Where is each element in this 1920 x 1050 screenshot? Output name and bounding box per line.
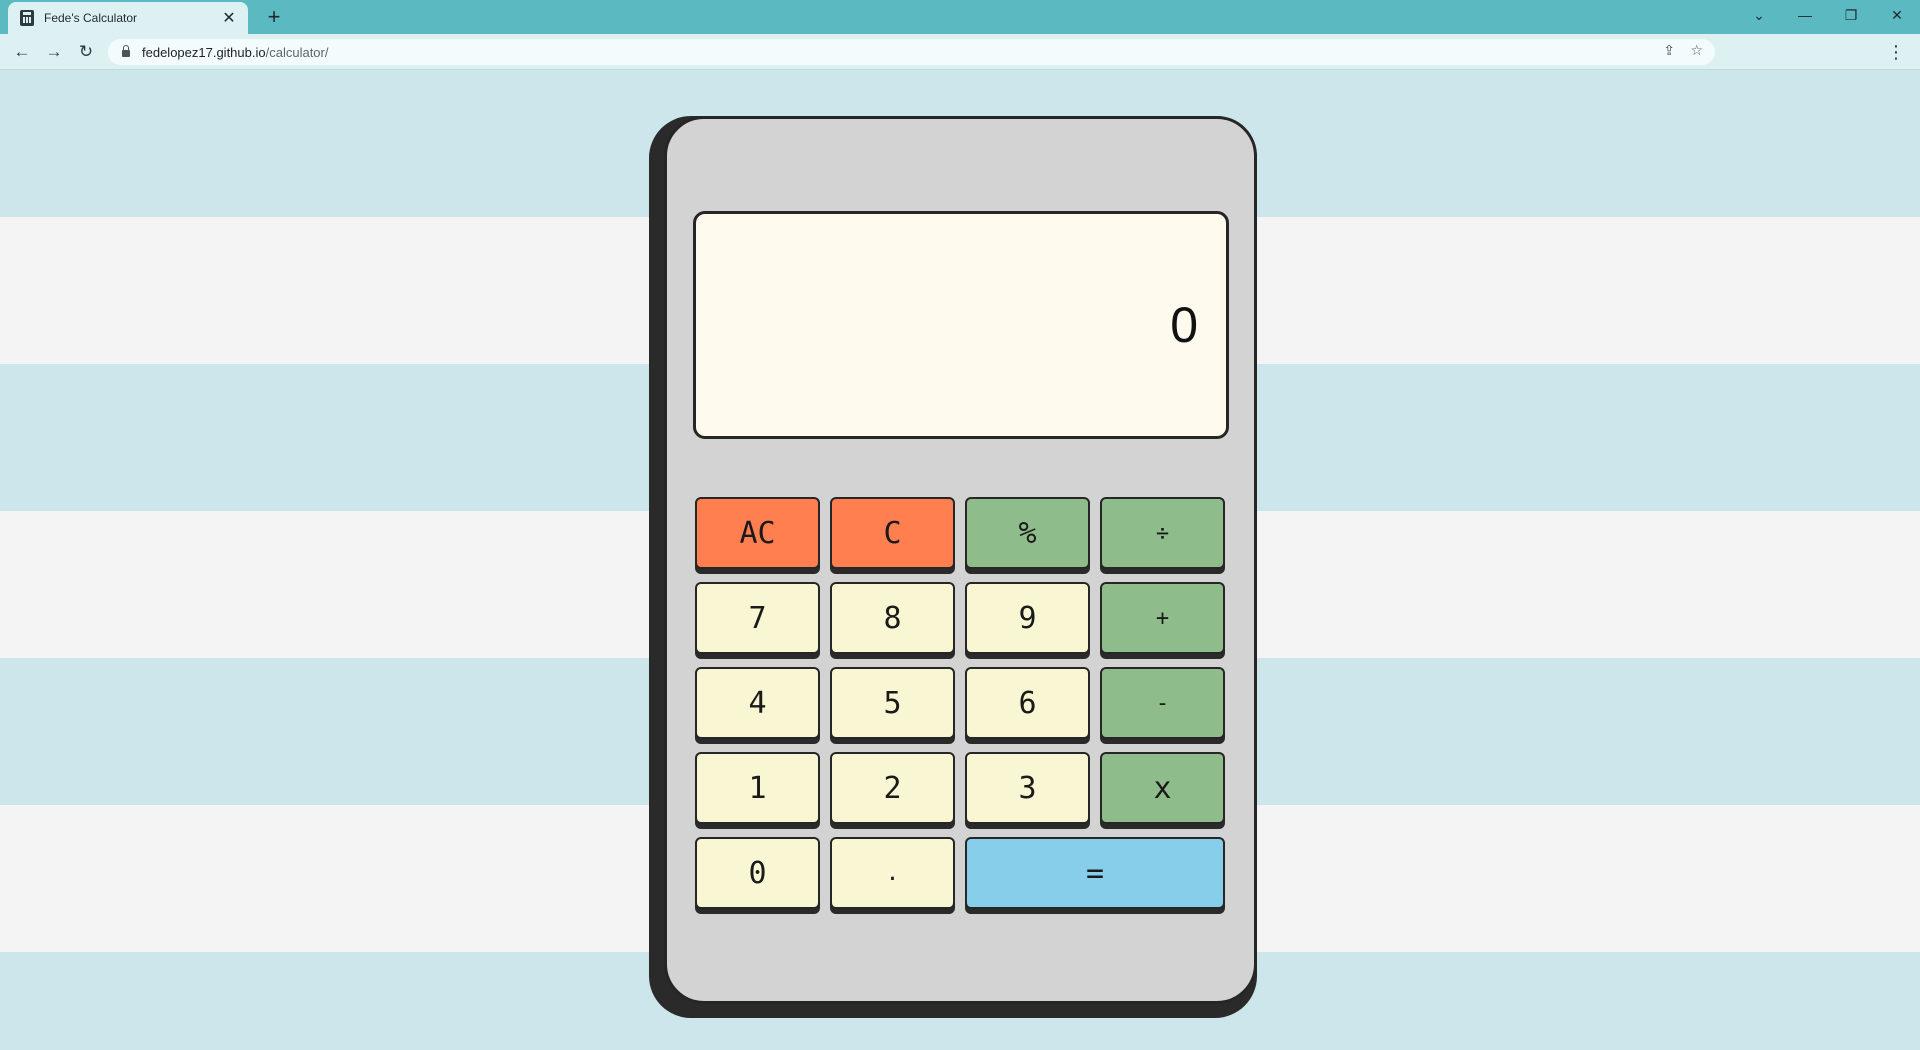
three-button[interactable]: 3 (965, 752, 1090, 824)
plus-button[interactable]: + (1100, 582, 1225, 654)
new-tab-button[interactable]: + (260, 4, 288, 30)
equals-button[interactable]: = (965, 837, 1225, 909)
url-host: fedelopez17.github.io (142, 44, 266, 60)
share-icon[interactable]: ⇪ (1663, 42, 1675, 59)
browser-titlebar: Fede's Calculator ✕ + ⌄ — ❐ ✕ (0, 0, 1920, 34)
back-arrow-icon[interactable]: ← (8, 38, 36, 66)
four-button[interactable]: 4 (695, 667, 820, 739)
bookmark-star-icon[interactable]: ☆ (1690, 42, 1703, 59)
restore-button[interactable]: ❐ (1828, 0, 1874, 30)
five-button[interactable]: 5 (830, 667, 955, 739)
seven-button[interactable]: 7 (695, 582, 820, 654)
tab-search-icon[interactable]: ⌄ (1736, 0, 1782, 30)
tab-close-icon[interactable]: ✕ (220, 8, 238, 28)
minus-button[interactable]: - (1100, 667, 1225, 739)
all-clear-button[interactable]: AC (695, 497, 820, 569)
minimize-button[interactable]: — (1782, 0, 1828, 30)
calculator-favicon-icon (20, 10, 34, 26)
forward-arrow-icon[interactable]: → (40, 38, 68, 66)
calculator: 0 AC C % ÷ 7 8 9 + 4 5 6 - 1 2 3 x 0 . = (664, 116, 1257, 1004)
calculator-display: 0 (693, 211, 1229, 439)
tab-title: Fede's Calculator (44, 11, 137, 25)
multiply-button[interactable]: x (1100, 752, 1225, 824)
address-bar[interactable]: fedelopez17.github.io/calculator/ ⇪ ☆ (108, 39, 1715, 65)
two-button[interactable]: 2 (830, 752, 955, 824)
url-text: fedelopez17.github.io/calculator/ (142, 45, 328, 60)
display-value: 0 (1170, 297, 1198, 353)
browser-menu-icon[interactable]: ⋮ (1884, 39, 1908, 65)
percent-button[interactable]: % (965, 497, 1090, 569)
browser-toolbar: ← → ↻ fedelopez17.github.io/calculator/ … (0, 34, 1920, 70)
clear-button[interactable]: C (830, 497, 955, 569)
keypad: AC C % ÷ 7 8 9 + 4 5 6 - 1 2 3 x 0 . = (695, 497, 1225, 914)
browser-tab[interactable]: Fede's Calculator ✕ (8, 2, 248, 34)
eight-button[interactable]: 8 (830, 582, 955, 654)
lock-icon[interactable] (122, 45, 130, 57)
one-button[interactable]: 1 (695, 752, 820, 824)
url-path: /calculator/ (265, 44, 329, 60)
close-window-button[interactable]: ✕ (1874, 0, 1920, 30)
six-button[interactable]: 6 (965, 667, 1090, 739)
divide-button[interactable]: ÷ (1100, 497, 1225, 569)
decimal-button[interactable]: . (830, 837, 955, 909)
nine-button[interactable]: 9 (965, 582, 1090, 654)
reload-icon[interactable]: ↻ (72, 38, 100, 66)
zero-button[interactable]: 0 (695, 837, 820, 909)
